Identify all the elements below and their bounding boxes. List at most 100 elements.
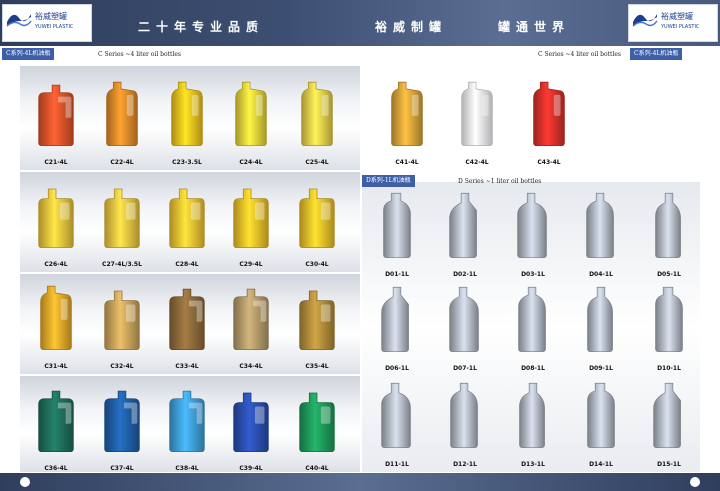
product-item: C34-4L [222,280,280,370]
bottle-image [518,286,546,352]
bottle-image [104,290,140,351]
product-label: D10-1L [657,365,681,372]
bottle-image [233,288,269,351]
product-item: D06-1L [368,282,426,372]
product-label: C29-4L [239,261,263,268]
product-item: C30-4L [288,178,346,268]
page-marker-right [690,477,700,487]
product-label: D07-1L [453,365,477,372]
product-label: C40-4L [305,465,329,472]
c-series-subtitle-left: C Series ~4 liter oil bottles [98,51,181,58]
bottle-image [38,390,74,453]
product-item: C22-4L [93,76,151,166]
bottle-image [381,382,411,448]
footer-bar [0,473,720,491]
product-item: C21-4L [27,76,85,166]
logo-left: 裕威塑罐 YUWEI PLASTIC [2,4,92,42]
product-label: D04-1L [589,271,613,278]
product-label: C41-4L [395,159,419,166]
product-label: C36-4L [44,465,68,472]
product-item: D01-1L [368,188,426,278]
logo-right: 裕威塑罐 YUWEI PLASTIC [628,4,718,42]
bottle-image [586,192,614,258]
product-item: D09-1L [572,282,630,372]
bottle-image [381,286,409,352]
product-item: C23-3.5L [158,76,216,166]
product-item: C28-4L [158,178,216,268]
product-label: C21-4L [44,159,68,166]
product-item: C39-4L [222,382,280,472]
product-item: D15-1L [640,378,698,468]
product-item: D03-1L [504,188,562,278]
product-label: C35-4L [305,363,329,370]
logo-text-cn: 裕威塑罐 [35,12,67,21]
bottle-image [655,192,681,258]
product-item: C25-4L [288,76,346,166]
product-label: C33-4L [175,363,199,370]
product-label: D09-1L [589,365,613,372]
product-label: C42-4L [465,159,489,166]
product-label: C22-4L [110,159,134,166]
product-item: D13-1L [504,378,562,468]
d-series-tab: D系列-1L机油瓶 [362,175,415,187]
product-label: C24-4L [239,159,263,166]
product-label: C26-4L [44,261,68,268]
bottle-image [653,382,681,448]
product-label: C23-3.5L [172,159,202,166]
product-label: C31-4L [44,363,68,370]
product-item: D05-1L [640,188,698,278]
bottle-image [449,286,479,352]
page-marker-left [20,477,30,487]
bottle-image [40,285,72,351]
product-item: C38-4L [158,382,216,472]
product-label: D03-1L [521,271,545,278]
product-item: D12-1L [436,378,494,468]
product-item: D10-1L [640,282,698,372]
bottle-image [171,81,203,147]
slogan-left: 二十年专业品质 [138,20,265,34]
bottle-image [106,81,138,147]
bottle-image [299,188,335,249]
product-label: D15-1L [657,461,681,468]
product-item: C33-4L [158,280,216,370]
bottle-image [233,392,269,453]
product-label: D06-1L [385,365,409,372]
bottle-image [233,188,269,249]
bottle-image [104,390,140,453]
product-label: D02-1L [453,271,477,278]
bottle-image [449,192,477,258]
product-label: D12-1L [453,461,477,468]
product-item: C24-4L [222,76,280,166]
c-series-tab-left: C系列-4L机油瓶 [2,48,55,60]
product-item: C31-4L [27,280,85,370]
product-item: D08-1L [504,282,562,372]
product-item: C32-4L [93,280,151,370]
bottle-image [38,84,74,147]
product-item: C36-4L [27,382,85,472]
bottle-image [383,192,411,258]
product-item: C42-4L [448,76,506,166]
bottle-image [655,286,683,352]
product-label: D05-1L [657,271,681,278]
bottle-image [38,188,74,249]
logo-text-en: YUWEI PLASTIC [35,24,74,30]
bottle-image [519,382,545,448]
slogan-right: 罐通世界 [498,20,571,34]
bottle-image [169,390,205,453]
product-label: C37-4L [110,465,134,472]
c-series-tab-right: C系列-4L机油瓶 [630,48,683,60]
logo-text-cn: 裕威塑罐 [661,12,693,21]
bottle-image [533,81,565,147]
bottle-image [235,81,267,147]
product-label: C32-4L [110,363,134,370]
bottle-image [587,286,613,352]
product-label: C34-4L [239,363,263,370]
product-item: D07-1L [436,282,494,372]
product-label: C39-4L [239,465,263,472]
c-series-subtitle-right: C Series ~4 liter oil bottles [538,51,621,58]
product-item: C41-4L [378,76,436,166]
slogan-mid: 裕威制罐 [375,20,448,34]
bottle-image [299,392,335,453]
bottle-image [169,188,205,249]
product-label: D13-1L [521,461,545,468]
